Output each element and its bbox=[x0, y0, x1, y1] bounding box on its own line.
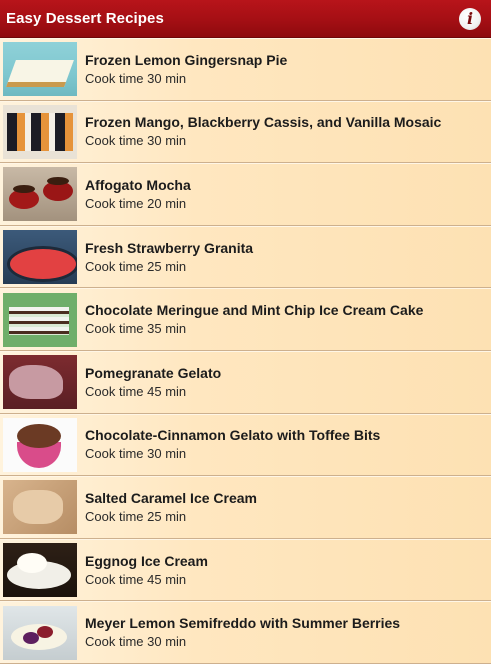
recipe-title: Pomegranate Gelato bbox=[85, 364, 222, 381]
recipe-row[interactable]: Pomegranate Gelato Cook time 45 min bbox=[0, 350, 491, 414]
recipe-list: Frozen Lemon Gingersnap Pie Cook time 30… bbox=[0, 38, 491, 664]
recipe-row[interactable]: Chocolate-Cinnamon Gelato with Toffee Bi… bbox=[0, 413, 491, 477]
recipe-thumbnail bbox=[3, 417, 77, 472]
recipe-cook-time: Cook time 30 min bbox=[85, 133, 187, 149]
recipe-row[interactable]: Meyer Lemon Semifreddo with Summer Berri… bbox=[0, 601, 491, 664]
recipe-thumbnail bbox=[3, 292, 77, 347]
app-title: Easy Dessert Recipes bbox=[6, 10, 164, 27]
recipe-row[interactable]: Chocolate Meringue and Mint Chip Ice Cre… bbox=[0, 288, 491, 351]
recipe-thumbnail bbox=[3, 480, 77, 535]
recipe-row[interactable]: Frozen Lemon Gingersnap Pie Cook time 30… bbox=[0, 38, 491, 101]
recipe-title: Frozen Lemon Gingersnap Pie bbox=[85, 51, 288, 68]
recipe-title: Chocolate Meringue and Mint Chip Ice Cre… bbox=[85, 302, 424, 319]
recipe-thumbnail bbox=[3, 167, 77, 222]
recipe-title: Eggnog Ice Cream bbox=[85, 552, 208, 569]
recipe-title: Affogato Mocha bbox=[85, 176, 191, 193]
recipe-thumbnail bbox=[3, 230, 77, 285]
recipe-thumbnail bbox=[3, 42, 77, 97]
recipe-cook-time: Cook time 25 min bbox=[85, 508, 187, 524]
recipe-cook-time: Cook time 20 min bbox=[85, 195, 187, 211]
recipe-title: Salted Caramel Ice Cream bbox=[85, 489, 257, 506]
recipe-title: Fresh Strawberry Granita bbox=[85, 239, 254, 256]
recipe-title: Frozen Mango, Blackberry Cassis, and Van… bbox=[85, 114, 442, 131]
recipe-thumbnail bbox=[3, 104, 77, 159]
recipe-cook-time: Cook time 45 min bbox=[85, 383, 187, 399]
recipe-row[interactable]: Fresh Strawberry Granita Cook time 25 mi… bbox=[0, 225, 491, 289]
recipe-row[interactable]: Frozen Mango, Blackberry Cassis, and Van… bbox=[0, 100, 491, 164]
recipe-thumbnail bbox=[3, 355, 77, 410]
recipe-row[interactable]: Salted Caramel Ice Cream Cook time 25 mi… bbox=[0, 476, 491, 539]
recipe-cook-time: Cook time 25 min bbox=[85, 258, 187, 274]
recipe-row[interactable]: Affogato Mocha Cook time 20 min bbox=[0, 163, 491, 226]
info-icon[interactable]: i bbox=[459, 7, 481, 30]
app-header: Easy Dessert Recipes i bbox=[0, 0, 491, 38]
recipe-cook-time: Cook time 30 min bbox=[85, 70, 187, 86]
recipe-cook-time: Cook time 30 min bbox=[85, 446, 187, 462]
recipe-title: Meyer Lemon Semifreddo with Summer Berri… bbox=[85, 615, 401, 632]
info-glyph: i bbox=[466, 8, 474, 28]
recipe-thumbnail bbox=[3, 605, 77, 660]
recipe-row[interactable]: Eggnog Ice Cream Cook time 45 min bbox=[0, 538, 491, 602]
recipe-thumbnail bbox=[3, 543, 77, 598]
recipe-cook-time: Cook time 30 min bbox=[85, 634, 187, 650]
recipe-cook-time: Cook time 35 min bbox=[85, 321, 187, 337]
recipe-title: Chocolate-Cinnamon Gelato with Toffee Bi… bbox=[85, 427, 381, 444]
recipe-cook-time: Cook time 45 min bbox=[85, 571, 187, 587]
